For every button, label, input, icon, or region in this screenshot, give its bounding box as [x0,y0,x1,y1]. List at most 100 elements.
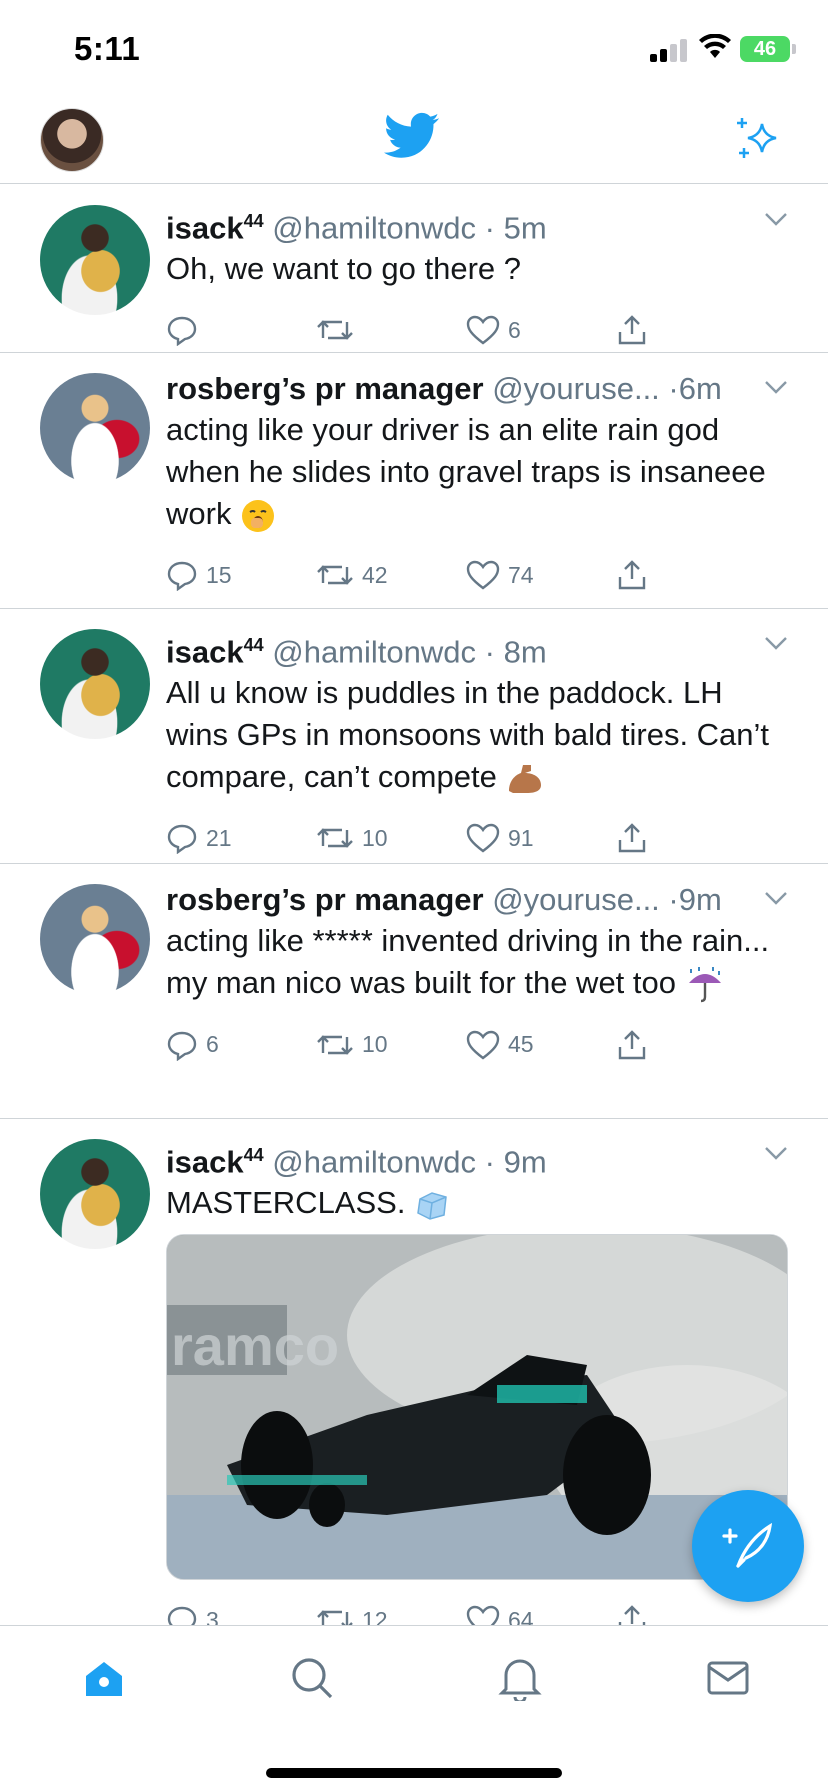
separator-dot: · [484,210,495,246]
name-superscript: 44 [243,635,264,655]
display-name[interactable]: rosberg’s pr manager [166,882,484,917]
compose-tweet-button[interactable] [692,1490,804,1602]
like-button[interactable]: 64 [466,1605,616,1625]
display-name[interactable]: isack [166,634,244,669]
tweet-header: isack44 @hamiltonwdc · 9m [166,1135,788,1182]
share-button[interactable] [616,559,766,591]
retweet-count: 10 [362,824,388,851]
tweet-text: MASTERCLASS. [166,1182,788,1224]
share-button[interactable] [616,314,766,346]
user-avatar[interactable] [40,373,150,483]
status-time: 5:11 [74,30,141,67]
reply-icon [167,1031,197,1061]
share-icon [618,1605,646,1625]
retweet-button[interactable]: 12 [316,1606,466,1625]
display-name[interactable]: rosberg’s pr manager [166,371,484,406]
like-count: 74 [508,561,534,588]
separator-dot: · [668,882,679,917]
tweet-actions: 6 10 45 [166,1005,788,1085]
chevron-down-icon[interactable] [764,890,788,906]
tab-notifications[interactable] [490,1648,550,1708]
tweet-header: rosberg’s pr manager @youruse... ·6m [166,369,788,409]
chevron-down-icon[interactable] [764,1145,788,1161]
retweet-icon [317,1610,353,1625]
like-button[interactable]: 6 [466,315,616,345]
share-icon [618,560,646,590]
tweet-text-body: Oh, we want to go there ? [166,251,521,287]
sparkle-icon[interactable] [734,114,782,162]
tweet[interactable]: rosberg’s pr manager @youruse... ·6m act… [0,353,828,609]
user-handle[interactable]: @youruse... [492,882,660,917]
tweet[interactable]: isack44 @hamiltonwdc · 5m Oh, we want to… [0,185,828,353]
retweet-button[interactable] [316,316,466,344]
profile-avatar[interactable] [40,108,104,172]
media-caption: ramco [171,1314,339,1377]
user-handle[interactable]: @hamiltonwdc [272,1144,476,1179]
heart-icon [466,560,500,590]
like-button[interactable]: 74 [466,560,616,590]
tweet[interactable]: rosberg’s pr manager @youruse... ·9m act… [0,864,828,1119]
share-icon [618,1030,646,1060]
display-name[interactable]: isack [166,210,244,245]
wifi-icon [699,34,731,58]
name-superscript: 44 [243,1145,264,1165]
cellular-signal-icon [650,38,690,62]
reply-button[interactable] [166,314,316,347]
tweet-header: rosberg’s pr manager @youruse... ·9m [166,880,788,920]
display-name[interactable]: isack [166,1144,244,1179]
tweet-text: Oh, we want to go there ? [166,248,788,290]
reply-button[interactable]: 3 [166,1604,316,1625]
heart-icon [466,1606,500,1625]
tweet-header: isack44 @hamiltonwdc · 5m [166,201,788,248]
retweet-count: 12 [362,1606,388,1625]
tweet-time: 6m [678,371,722,406]
retweet-count: 42 [362,561,388,588]
tab-home[interactable] [74,1648,134,1708]
compose-feather-icon [722,1522,773,1568]
tweet[interactable]: isack44 @hamiltonwdc · 8m All u know is … [0,609,828,864]
user-avatar[interactable] [40,884,150,994]
reply-icon [167,1607,197,1625]
like-count: 45 [508,1031,534,1058]
tweet-time: 9m [678,882,722,917]
share-button[interactable] [616,1029,766,1061]
tweet-text-body: MASTERCLASS. [166,1185,406,1221]
user-avatar[interactable] [40,629,150,739]
tweet-actions: 3 12 64 [166,1580,788,1625]
tweet-text: acting like your driver is an elite rain… [166,409,788,535]
user-avatar[interactable] [40,1139,150,1249]
tab-search[interactable] [282,1648,342,1708]
retweet-icon [317,565,353,585]
chevron-down-icon[interactable] [764,211,788,227]
retweet-button[interactable]: 10 [316,1031,466,1059]
user-handle[interactable]: @hamiltonwdc [272,634,476,669]
like-button[interactable]: 91 [466,823,616,853]
tweet-text-body: All u know is puddles in the paddock. LH… [166,675,770,795]
twitter-bird-icon[interactable] [384,112,440,160]
chevron-down-icon[interactable] [764,635,788,651]
user-avatar[interactable] [40,205,150,315]
retweet-button[interactable]: 42 [316,561,466,589]
home-icon [86,1662,122,1696]
timeline-feed[interactable]: isack44 @hamiltonwdc · 5m Oh, we want to… [0,185,828,1625]
user-handle[interactable]: @hamiltonwdc [272,210,476,245]
share-button[interactable] [616,822,766,854]
tweet-text: All u know is puddles in the paddock. LH… [166,672,788,798]
reply-button[interactable]: 15 [166,559,316,591]
tab-messages[interactable] [698,1648,758,1708]
reply-button[interactable]: 6 [166,1029,316,1061]
retweet-button[interactable]: 10 [316,824,466,852]
ice-cube-emoji [417,1192,447,1220]
tweet-time: 9m [503,1144,547,1180]
like-count: 64 [508,1606,534,1625]
reply-button[interactable]: 21 [166,822,316,855]
like-button[interactable]: 45 [466,1030,616,1060]
chevron-down-icon[interactable] [764,379,788,395]
tweet-text-body: acting like ***** invented driving in th… [166,923,770,1000]
reply-count: 3 [206,1606,219,1625]
heart-icon [466,316,500,345]
user-handle[interactable]: @youruse... [492,371,660,406]
share-button[interactable] [616,1604,766,1625]
flexed-biceps-emoji [509,765,542,794]
bottom-tab-bar [0,1625,828,1792]
